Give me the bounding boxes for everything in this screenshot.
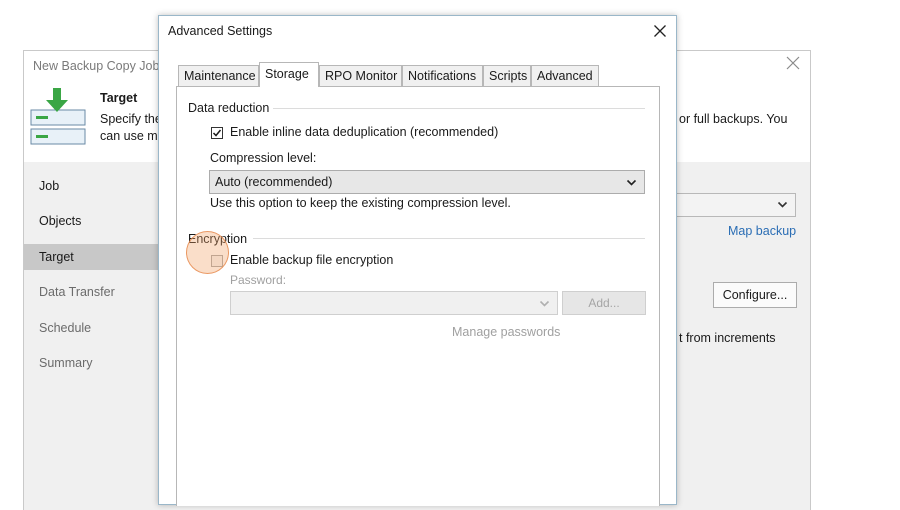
map-backup-link[interactable]: Map backup bbox=[728, 224, 796, 238]
tab-scripts[interactable]: Scripts bbox=[483, 65, 531, 86]
close-icon[interactable] bbox=[653, 24, 667, 38]
target-storage-icon bbox=[30, 88, 86, 145]
chevron-down-icon bbox=[626, 179, 637, 186]
enable-encryption-checkbox[interactable] bbox=[211, 255, 223, 267]
chevron-down-icon bbox=[777, 201, 788, 208]
wizard-title: New Backup Copy Job bbox=[33, 59, 160, 73]
tab-notifications[interactable]: Notifications bbox=[402, 65, 483, 86]
password-label: Password: bbox=[230, 273, 287, 287]
nav-item-objects[interactable]: Objects bbox=[24, 208, 158, 234]
configure-button[interactable]: Configure... bbox=[713, 282, 797, 308]
advanced-settings-dialog: Advanced Settings Maintenance Storage RP… bbox=[158, 15, 677, 506]
nav-item-data-transfer[interactable]: Data Transfer bbox=[24, 279, 158, 305]
compression-level-value: Auto (recommended) bbox=[215, 175, 333, 189]
close-icon[interactable] bbox=[786, 56, 800, 70]
tab-maintenance[interactable]: Maintenance bbox=[178, 65, 259, 86]
checkmark-icon bbox=[212, 129, 222, 137]
dialog-title: Advanced Settings bbox=[168, 24, 273, 38]
increments-text: t from increments bbox=[679, 331, 776, 345]
repository-dropdown[interactable] bbox=[658, 193, 796, 217]
compression-hint: Use this option to keep the existing com… bbox=[210, 196, 511, 210]
nav-item-job[interactable]: Job bbox=[24, 173, 158, 199]
data-reduction-group-title: Data reduction bbox=[188, 101, 274, 115]
enable-encryption-label[interactable]: Enable backup file encryption bbox=[230, 253, 393, 267]
storage-tab-panel: Data reduction Enable inline data dedupl… bbox=[176, 86, 660, 506]
encryption-group-title: Encryption bbox=[188, 232, 252, 246]
nav-item-summary[interactable]: Summary bbox=[24, 350, 158, 376]
dedup-checkbox[interactable] bbox=[211, 127, 223, 139]
tab-rpo-monitor[interactable]: RPO Monitor bbox=[319, 65, 402, 86]
header-title: Target bbox=[100, 91, 138, 105]
nav-item-target[interactable]: Target bbox=[24, 244, 158, 270]
header-description-right: or full backups. You bbox=[679, 112, 788, 126]
dedup-label[interactable]: Enable inline data deduplication (recomm… bbox=[230, 125, 498, 139]
compression-level-dropdown[interactable]: Auto (recommended) bbox=[209, 170, 645, 194]
manage-passwords-link[interactable]: Manage passwords bbox=[452, 325, 560, 339]
group-divider bbox=[273, 108, 645, 109]
add-password-button[interactable]: Add... bbox=[562, 291, 646, 315]
group-divider bbox=[253, 238, 645, 239]
tab-storage[interactable]: Storage bbox=[259, 62, 319, 87]
tab-advanced[interactable]: Advanced bbox=[531, 65, 599, 86]
password-dropdown[interactable] bbox=[230, 291, 558, 315]
wizard-sidebar: Job Objects Target Data Transfer Schedul… bbox=[24, 162, 158, 510]
chevron-down-icon bbox=[539, 300, 550, 307]
nav-item-schedule[interactable]: Schedule bbox=[24, 315, 158, 341]
compression-level-label: Compression level: bbox=[210, 151, 317, 165]
